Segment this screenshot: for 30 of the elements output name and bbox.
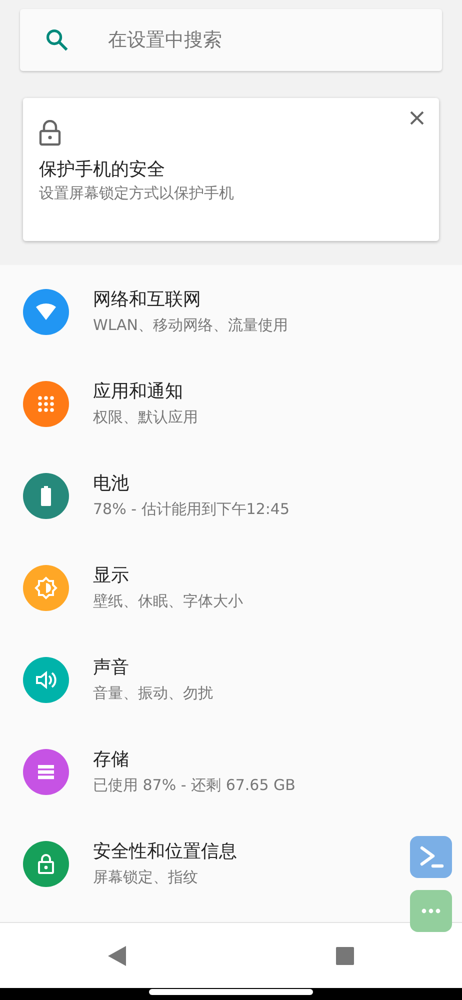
item-summary: 78% - 估计能用到下午12:45 (93, 499, 290, 520)
item-title: 网络和互联网 (93, 288, 202, 312)
item-title: 安全性和位置信息 (93, 840, 237, 864)
item-title: 应用和通知 (93, 380, 184, 404)
settings-item[interactable]: 存储 已使用 87% - 还剩 67.65 GB (0, 726, 462, 818)
suggestion-title: 保护手机的安全 (39, 158, 166, 182)
search-field[interactable]: 在设置中搜索 (20, 9, 442, 71)
item-summary: 音量、振动、勿扰 (93, 683, 213, 704)
more-icon (421, 908, 441, 914)
item-title: 电池 (93, 472, 130, 496)
item-summary: 权限、默认应用 (93, 407, 198, 428)
item-title: 存储 (93, 748, 130, 772)
item-title: 声音 (93, 656, 130, 680)
search-icon (44, 27, 70, 53)
padlock-icon (39, 120, 61, 146)
search-field[interactable]: 在设置中搜索 (106, 24, 406, 56)
settings-item[interactable]: 电池 78% - 估计能用到下午12:45 (0, 450, 462, 542)
settings-item[interactable]: 显示 壁纸、休眠、字体大小 (0, 542, 462, 634)
item-summary: 壁纸、休眠、字体大小 (93, 591, 243, 612)
item-summary: WLAN、移动网络、流量使用 (93, 315, 288, 336)
terminal-button[interactable] (410, 836, 452, 878)
suggestion-summary: 设置屏幕锁定方式以保护手机 (39, 183, 235, 204)
item-summary: 已使用 87% - 还剩 67.65 GB (93, 775, 296, 796)
settings-item[interactable]: 应用和通知 权限、默认应用 (0, 358, 462, 450)
settings-item[interactable]: 网络和互联网 WLAN、移动网络、流量使用 (0, 266, 462, 358)
item-title: 显示 (93, 564, 130, 588)
settings-item[interactable]: 声音 音量、振动、勿扰 (0, 634, 462, 726)
item-summary: 屏幕锁定、指纹 (93, 867, 199, 888)
settings-item[interactable]: 安全性和位置信息 屏幕锁定、指纹 (0, 818, 462, 910)
suggestion-card[interactable]: 保护手机的安全 设置屏幕锁定方式以保护手机 (23, 98, 439, 241)
